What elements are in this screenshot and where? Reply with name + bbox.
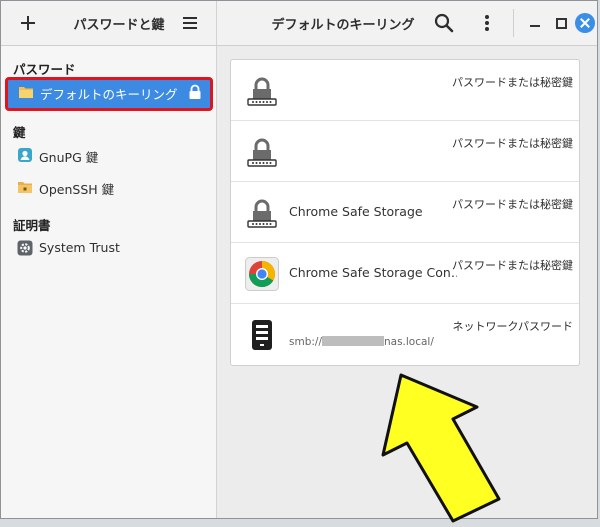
chrome-icon bbox=[245, 257, 279, 291]
keyring-icon bbox=[245, 196, 279, 230]
sidebar-item-label: System Trust bbox=[39, 240, 120, 255]
sidebar-item-system-trust[interactable]: System Trust bbox=[5, 233, 213, 263]
sidebar-item-gnupg[interactable]: GnuPG 鍵 bbox=[5, 140, 213, 170]
folder-icon bbox=[18, 84, 34, 100]
header-separator bbox=[513, 9, 514, 37]
server-icon bbox=[245, 318, 279, 352]
more-options-button[interactable] bbox=[477, 10, 497, 36]
sidebar-item-label: GnuPG 鍵 bbox=[39, 150, 99, 165]
keyring-icon bbox=[245, 74, 279, 108]
list-item[interactable]: パスワードまたは秘密鍵 bbox=[231, 121, 579, 182]
entry-type: ネットワークパスワード bbox=[452, 320, 573, 333]
sidebar-item-default-keyring[interactable]: デフォルトのキーリング bbox=[5, 77, 213, 111]
entry-type: パスワードまたは秘密鍵 bbox=[452, 137, 573, 150]
entry-type: パスワードまたは秘密鍵 bbox=[452, 259, 573, 272]
list-item[interactable]: smb:// nas.local/ ネットワークパスワード bbox=[231, 304, 579, 365]
url-suffix: nas.local/ bbox=[383, 336, 434, 348]
close-button[interactable] bbox=[575, 13, 595, 33]
sidebar-item-label: OpenSSH 鍵 bbox=[39, 182, 115, 197]
keyring-icon bbox=[245, 135, 279, 169]
minimize-button[interactable] bbox=[525, 13, 545, 33]
sidebar-header: パスワードと鍵 bbox=[1, 1, 217, 45]
keyring-content: パスワードまたは秘密鍵 パスワードまたは秘密鍵 Chrome Safe Stor… bbox=[217, 46, 597, 523]
list-item[interactable]: Chrome Safe Storage パスワードまたは秘密鍵 bbox=[231, 182, 579, 243]
keys-heading: 鍵 bbox=[13, 125, 26, 140]
search-button[interactable] bbox=[431, 10, 457, 36]
entry-name: Chrome Safe Storage bbox=[289, 204, 423, 219]
gnupg-icon bbox=[17, 147, 33, 163]
sidebar-item-openssh[interactable]: OpenSSH 鍵 bbox=[5, 172, 213, 202]
header-bar: パスワードと鍵 デフォルトのキーリング bbox=[1, 1, 597, 46]
search-icon bbox=[434, 13, 454, 33]
entry-type: パスワードまたは秘密鍵 bbox=[452, 198, 573, 211]
add-button[interactable] bbox=[15, 10, 41, 36]
sidebar-item-label: デフォルトのキーリング bbox=[40, 87, 178, 102]
list-item[interactable]: パスワードまたは秘密鍵 bbox=[231, 60, 579, 121]
passwords-heading: パスワード bbox=[13, 62, 76, 77]
maximize-button[interactable] bbox=[551, 13, 571, 33]
entry-subtitle: smb:// nas.local/ bbox=[289, 336, 434, 348]
list-item[interactable]: Chrome Safe Storage Con… パスワードまたは秘密鍵 bbox=[231, 243, 579, 304]
url-prefix: smb:// bbox=[289, 336, 322, 348]
entries-list: パスワードまたは秘密鍵 パスワードまたは秘密鍵 Chrome Safe Stor… bbox=[230, 59, 580, 366]
entry-name: Chrome Safe Storage Con… bbox=[289, 265, 457, 280]
redacted-block bbox=[321, 336, 384, 346]
gear-icon bbox=[17, 240, 33, 256]
app-title: パスワードと鍵 bbox=[73, 18, 165, 33]
entry-type: パスワードまたは秘密鍵 bbox=[452, 76, 573, 89]
window-title: デフォルトのキーリング bbox=[271, 18, 415, 33]
hamburger-menu-button[interactable] bbox=[181, 14, 199, 32]
certificates-heading: 証明書 bbox=[13, 218, 51, 233]
app-window: パスワードと鍵 デフォルトのキーリング パスワード デフォルトのキーリング 鍵 … bbox=[0, 0, 598, 523]
sidebar: パスワード デフォルトのキーリング 鍵 GnuPG 鍵 OpenSSH 鍵 証明… bbox=[1, 46, 217, 518]
lock-icon[interactable] bbox=[188, 84, 202, 100]
ssh-folder-icon bbox=[17, 179, 33, 195]
annotation-arrow bbox=[381, 373, 501, 523]
